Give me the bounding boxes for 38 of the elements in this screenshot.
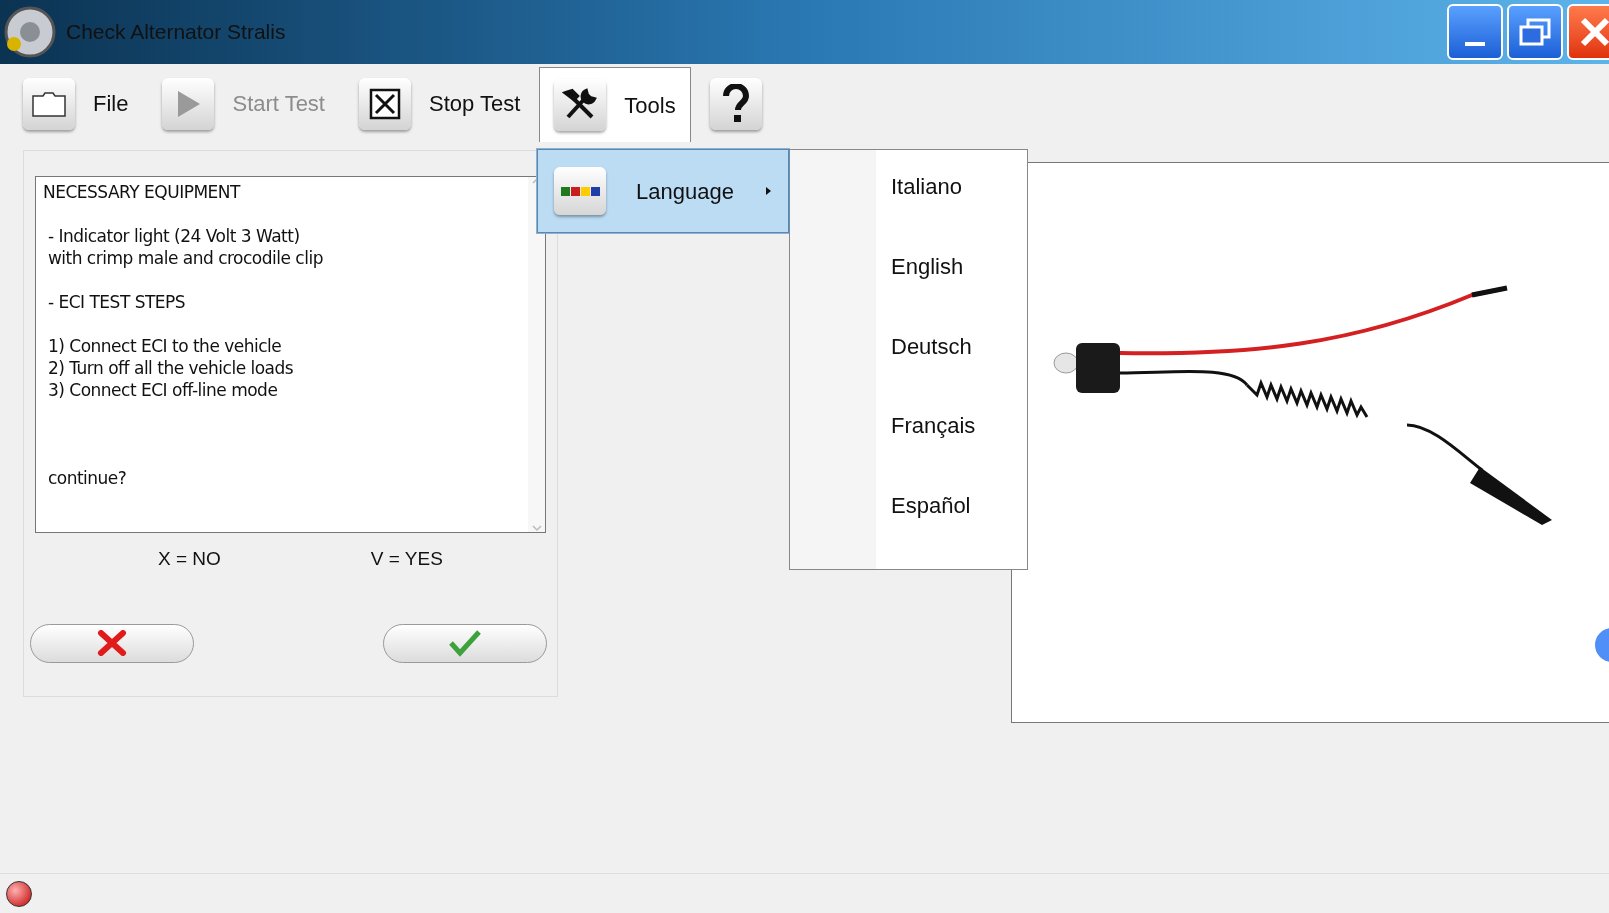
alternator-icon	[2, 4, 58, 60]
message-line: - ECI TEST STEPS	[46, 291, 187, 313]
language-option[interactable]: Español	[876, 489, 991, 569]
submenu-arrow-icon	[766, 186, 772, 196]
x-box-icon	[359, 77, 411, 130]
no-hint: X = NO	[158, 547, 221, 571]
message-line: NECESSARY EQUIPMENT	[43, 181, 242, 203]
tools-icon	[554, 79, 607, 131]
language-option[interactable]: English	[876, 249, 991, 330]
yes-hint: V = YES	[370, 547, 443, 571]
window-title: Check Alternator Stralis	[66, 19, 286, 46]
check-icon	[448, 629, 482, 657]
yes-button[interactable]	[383, 623, 547, 663]
no-button[interactable]	[30, 623, 194, 663]
menu-item[interactable]: Language	[537, 149, 789, 233]
play-icon	[162, 77, 215, 130]
minimize-button[interactable]	[1447, 4, 1503, 60]
folder-icon	[23, 77, 75, 130]
language-option[interactable]: Deutsch	[876, 329, 991, 410]
maximize-icon	[1519, 18, 1551, 46]
close-icon	[1579, 16, 1609, 48]
scrollbar[interactable]	[528, 177, 545, 532]
message-line: 3) Connect ECI off-line mode	[46, 379, 279, 401]
toolbar-button[interactable]: Tools	[539, 67, 691, 142]
toolbar-button[interactable]: File	[8, 67, 144, 140]
cross-icon	[97, 630, 127, 656]
language-option[interactable]: Français	[876, 409, 991, 490]
flags-icon	[554, 167, 606, 215]
help-icon	[709, 77, 762, 130]
message-line: 1) Connect ECI to the vehicle	[46, 335, 283, 357]
toolbar-button[interactable]: Stop Test	[344, 67, 536, 140]
message-line: - Indicator light (24 Volt 3 Watt)	[46, 225, 301, 247]
message-line: 2) Turn off all the vehicle loads	[46, 357, 295, 379]
message-line: continue?	[46, 467, 128, 489]
message-line: with crimp male and crocodile clip	[46, 247, 324, 269]
close-button[interactable]	[1567, 4, 1609, 60]
maximize-button[interactable]	[1507, 4, 1563, 60]
language-option[interactable]: Italiano	[876, 170, 991, 250]
